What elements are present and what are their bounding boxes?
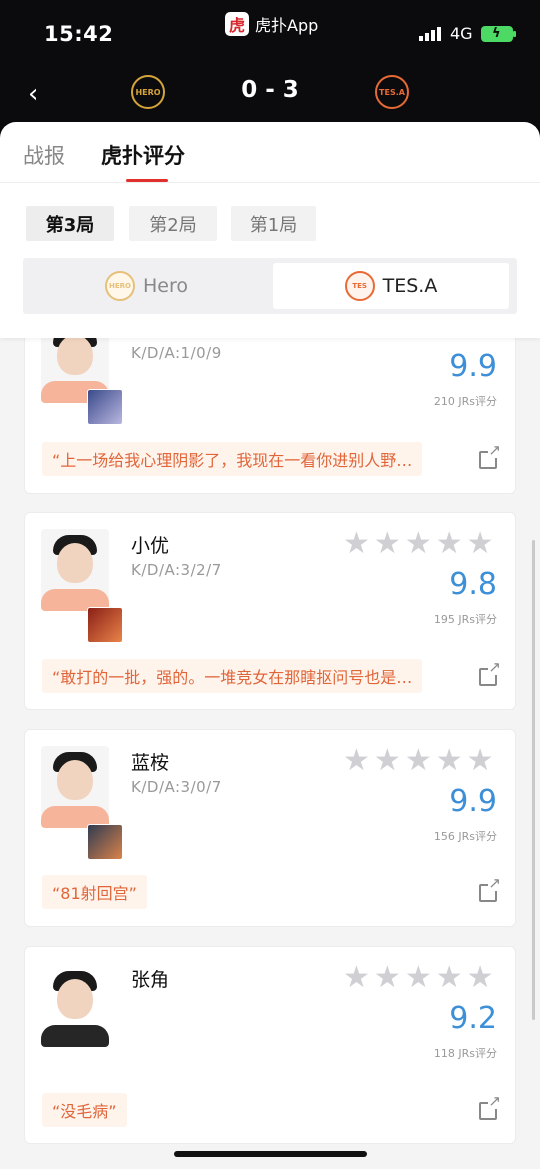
star-icon[interactable]: ★ bbox=[467, 746, 494, 776]
star-icon[interactable]: ★ bbox=[374, 746, 401, 776]
star-icon[interactable]: ★ bbox=[343, 746, 370, 776]
game-tab-1[interactable]: 第1局 bbox=[231, 206, 316, 241]
player-avatar bbox=[41, 746, 109, 828]
team-label: Hero bbox=[143, 275, 188, 297]
rater-count: 156 JRs评分 bbox=[433, 830, 497, 843]
tes-team-logo-icon: TES.A bbox=[375, 75, 409, 109]
player-card[interactable]: 蓝桉 K/D/A:3/0/7 ★ ★ ★ ★ ★ 9.9 156 JRs评分 “81射回… bbox=[24, 729, 516, 927]
team-tab-tes[interactable]: TES TES.A bbox=[273, 263, 509, 309]
top-comment[interactable]: “敢打的一批，强的。一堆竞女在那瞎抠问号也是… bbox=[42, 659, 423, 693]
player-card[interactable]: K/D/A:1/0/9 9.9 210 JRs评分 “上一场给我心理阴影了，我现… bbox=[24, 321, 516, 494]
app-name: 虎扑App bbox=[255, 16, 319, 35]
player-kda: K/D/A:3/0/7 bbox=[131, 778, 222, 796]
hero-portrait-icon bbox=[87, 389, 123, 425]
top-header: 15:42 虎 虎扑App 4G ϟ ‹ HERO 0 - 3 TES.A bbox=[0, 0, 540, 140]
star-icon[interactable]: ★ bbox=[436, 746, 463, 776]
tes-logo-icon: TES bbox=[344, 271, 375, 301]
player-name: 张角 bbox=[131, 969, 170, 991]
player-name: 蓝桉 bbox=[131, 752, 170, 774]
star-icon[interactable]: ★ bbox=[467, 529, 494, 559]
rater-count: 195 JRs评分 bbox=[433, 613, 497, 626]
hero-portrait-icon bbox=[87, 824, 123, 860]
back-icon[interactable]: ‹ bbox=[28, 79, 38, 109]
star-icon[interactable]: ★ bbox=[343, 963, 370, 993]
tab-report[interactable]: 战报 bbox=[23, 140, 65, 170]
rater-count: 118 JRs评分 bbox=[433, 1047, 497, 1060]
hero-team-logo-icon: HERO bbox=[131, 75, 165, 109]
app-indicator[interactable]: 虎 虎扑App bbox=[225, 12, 318, 36]
game-tab-2[interactable]: 第2局 bbox=[129, 206, 217, 241]
hupu-logo-icon: 虎 bbox=[225, 12, 249, 36]
player-kda: K/D/A:1/0/9 bbox=[131, 344, 222, 362]
home-indicator[interactable] bbox=[174, 1151, 367, 1157]
player-card[interactable]: 张角 ★ ★ ★ ★ ★ 9.2 118 JRs评分 “没毛病” bbox=[24, 946, 516, 1144]
team-label: TES.A bbox=[382, 275, 438, 297]
star-icon[interactable]: ★ bbox=[405, 529, 432, 559]
share-icon[interactable] bbox=[479, 876, 501, 902]
battery-icon: ϟ bbox=[481, 26, 516, 42]
star-icon[interactable]: ★ bbox=[436, 963, 463, 993]
star-icon[interactable]: ★ bbox=[436, 529, 463, 559]
rating-stars[interactable]: ★ ★ ★ ★ ★ bbox=[343, 746, 494, 776]
player-card[interactable]: 小优 K/D/A:3/2/7 ★ ★ ★ ★ ★ 9.8 195 JRs评分 “敢打的一… bbox=[24, 512, 516, 710]
star-icon[interactable]: ★ bbox=[374, 529, 401, 559]
game-tab-3[interactable]: 第3局 bbox=[26, 206, 114, 241]
player-score: 9.9 bbox=[449, 784, 497, 819]
player-avatar bbox=[41, 529, 109, 611]
status-time: 15:42 bbox=[44, 22, 114, 46]
match-score: 0 - 3 bbox=[241, 77, 299, 103]
tab-hupu-rating[interactable]: 虎扑评分 bbox=[101, 140, 185, 170]
player-score: 9.2 bbox=[449, 1001, 497, 1036]
divider bbox=[0, 182, 540, 183]
hero-logo-icon: HERO bbox=[105, 271, 135, 301]
share-icon[interactable] bbox=[479, 660, 501, 686]
team-switch: HERO Hero TES TES.A bbox=[23, 258, 517, 314]
top-comment[interactable]: “上一场给我心理阴影了，我现在一看你进别人野… bbox=[42, 442, 423, 476]
team-tab-hero[interactable]: HERO Hero bbox=[23, 263, 270, 309]
player-name: 小优 bbox=[131, 535, 170, 557]
share-icon[interactable] bbox=[479, 443, 501, 469]
rating-sheet-header: 战报 虎扑评分 第3局 第2局 第1局 HERO Hero TES TES.A bbox=[0, 122, 540, 338]
network-type: 4G bbox=[450, 24, 473, 43]
share-icon[interactable] bbox=[479, 1094, 501, 1120]
rater-count: 210 JRs评分 bbox=[433, 395, 497, 408]
player-avatar bbox=[41, 965, 109, 1047]
star-icon[interactable]: ★ bbox=[343, 529, 370, 559]
top-comment[interactable]: “81射回宫” bbox=[42, 875, 147, 909]
star-icon[interactable]: ★ bbox=[374, 963, 401, 993]
signal-icon bbox=[419, 27, 441, 41]
hero-portrait-icon bbox=[87, 607, 123, 643]
rating-stars[interactable]: ★ ★ ★ ★ ★ bbox=[343, 529, 494, 559]
rating-stars[interactable]: ★ ★ ★ ★ ★ bbox=[343, 963, 494, 993]
star-icon[interactable]: ★ bbox=[405, 746, 432, 776]
player-score: 9.9 bbox=[449, 349, 497, 384]
star-icon[interactable]: ★ bbox=[467, 963, 494, 993]
player-kda: K/D/A:3/2/7 bbox=[131, 561, 222, 579]
scrollbar[interactable] bbox=[532, 540, 535, 1020]
top-comment[interactable]: “没毛病” bbox=[42, 1093, 127, 1127]
player-score: 9.8 bbox=[449, 567, 497, 602]
star-icon[interactable]: ★ bbox=[405, 963, 432, 993]
